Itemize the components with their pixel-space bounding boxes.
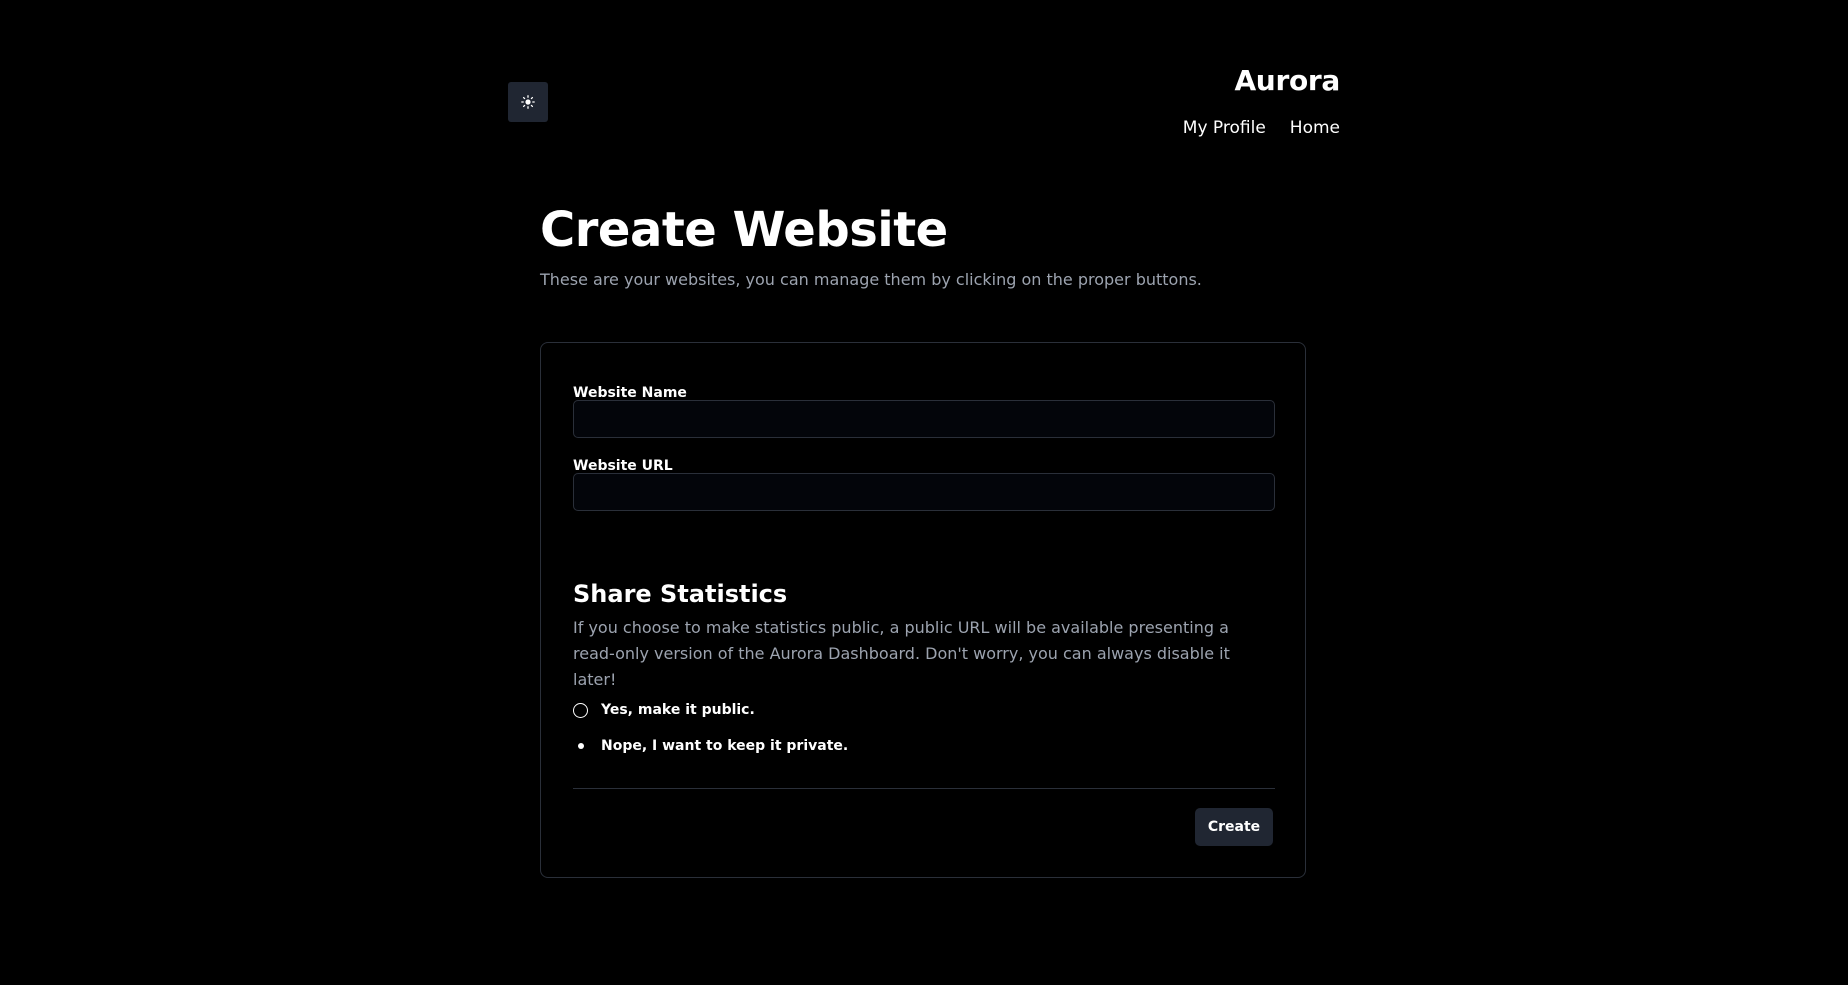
theme-toggle-button[interactable] [508,82,548,122]
radio-unselected-icon[interactable] [573,702,588,718]
page: Aurora My Profile Home Create Website Th… [0,0,1848,985]
create-website-form: Website Name Website URL Share Statistic… [540,342,1306,878]
website-url-label: Website URL [573,458,673,474]
share-statistics-description: If you choose to make statistics public,… [573,618,1230,689]
brand-logo[interactable]: Aurora [1234,64,1340,97]
radio-label-private: Nope, I want to keep it private. [601,738,849,754]
radio-option-public[interactable]: Yes, make it public. [573,702,755,718]
radio-option-private[interactable]: Nope, I want to keep it private. [573,738,848,754]
form-divider [573,788,1275,789]
website-url-input[interactable] [573,473,1275,511]
create-button[interactable]: Create [1195,808,1273,846]
website-name-label: Website Name [573,385,687,401]
sun-icon [521,95,535,109]
share-statistics-title: Share Statistics [573,580,788,608]
radio-selected-icon[interactable] [573,739,588,754]
radio-label-public: Yes, make it public. [601,702,755,718]
top-nav: My Profile Home [1183,118,1340,138]
nav-my-profile[interactable]: My Profile [1183,118,1266,138]
nav-home[interactable]: Home [1290,118,1340,138]
website-name-input[interactable] [573,400,1275,438]
page-subtitle: These are your websites, you can manage … [540,270,1202,289]
page-title: Create Website [540,202,948,258]
